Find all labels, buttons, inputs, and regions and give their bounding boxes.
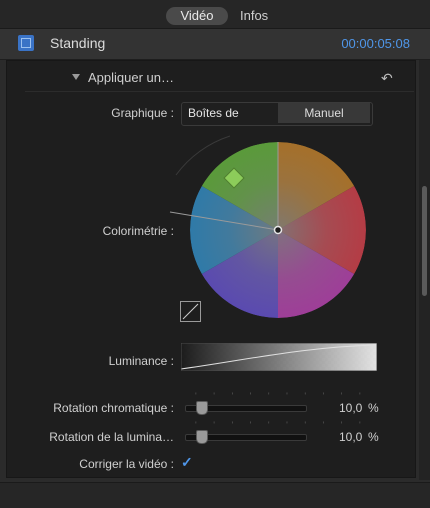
tab-infos[interactable]: Infos xyxy=(240,7,268,25)
rotation-chromatique-unit: % xyxy=(368,401,379,415)
luminance-label: Luminance : xyxy=(108,354,174,368)
bottom-bar xyxy=(0,482,430,508)
reset-arrow-icon[interactable]: ↶ xyxy=(381,70,393,87)
graphique-label: Graphique : xyxy=(111,106,174,120)
corriger-label: Corriger la vidéo : xyxy=(79,457,174,471)
clip-title: Standing xyxy=(50,35,106,51)
divider xyxy=(25,91,414,92)
colorimetrie-label: Colorimétrie : xyxy=(102,224,174,238)
section-title[interactable]: Appliquer un… xyxy=(88,70,174,85)
rotation-chromatique-label: Rotation chromatique : xyxy=(53,401,174,415)
slider-ticks: ' ' ' ' ' ' ' ' ' ' xyxy=(195,391,368,401)
checkmark-icon[interactable]: ✓ xyxy=(181,455,195,469)
curve-icon[interactable] xyxy=(180,301,201,322)
wheel-center-point[interactable] xyxy=(273,225,283,235)
slider-ticks: ' ' ' ' ' ' ' ' ' ' xyxy=(195,420,368,430)
rotation-chromatique-thumb[interactable] xyxy=(196,401,208,415)
tab-video[interactable]: Vidéo xyxy=(166,7,228,25)
scrollbar-thumb[interactable] xyxy=(422,186,427,296)
rotation-luminance-unit: % xyxy=(368,430,379,444)
color-wheel[interactable] xyxy=(160,130,390,330)
luminance-curve[interactable] xyxy=(181,343,377,371)
rotation-luminance-label: Rotation de la lumina… xyxy=(49,430,174,444)
graphique-option-boites[interactable]: Boîtes de xyxy=(182,103,276,123)
rotation-chromatique-value[interactable]: 10,0 xyxy=(339,401,362,415)
disclosure-triangle-icon[interactable] xyxy=(72,74,80,80)
rotation-luminance-thumb[interactable] xyxy=(196,430,208,444)
timecode: 00:00:05:08 xyxy=(341,36,410,51)
rotation-luminance-value[interactable]: 10,0 xyxy=(339,430,362,444)
film-clip-icon xyxy=(18,35,34,51)
graphique-option-manuel[interactable]: Manuel xyxy=(278,103,370,123)
